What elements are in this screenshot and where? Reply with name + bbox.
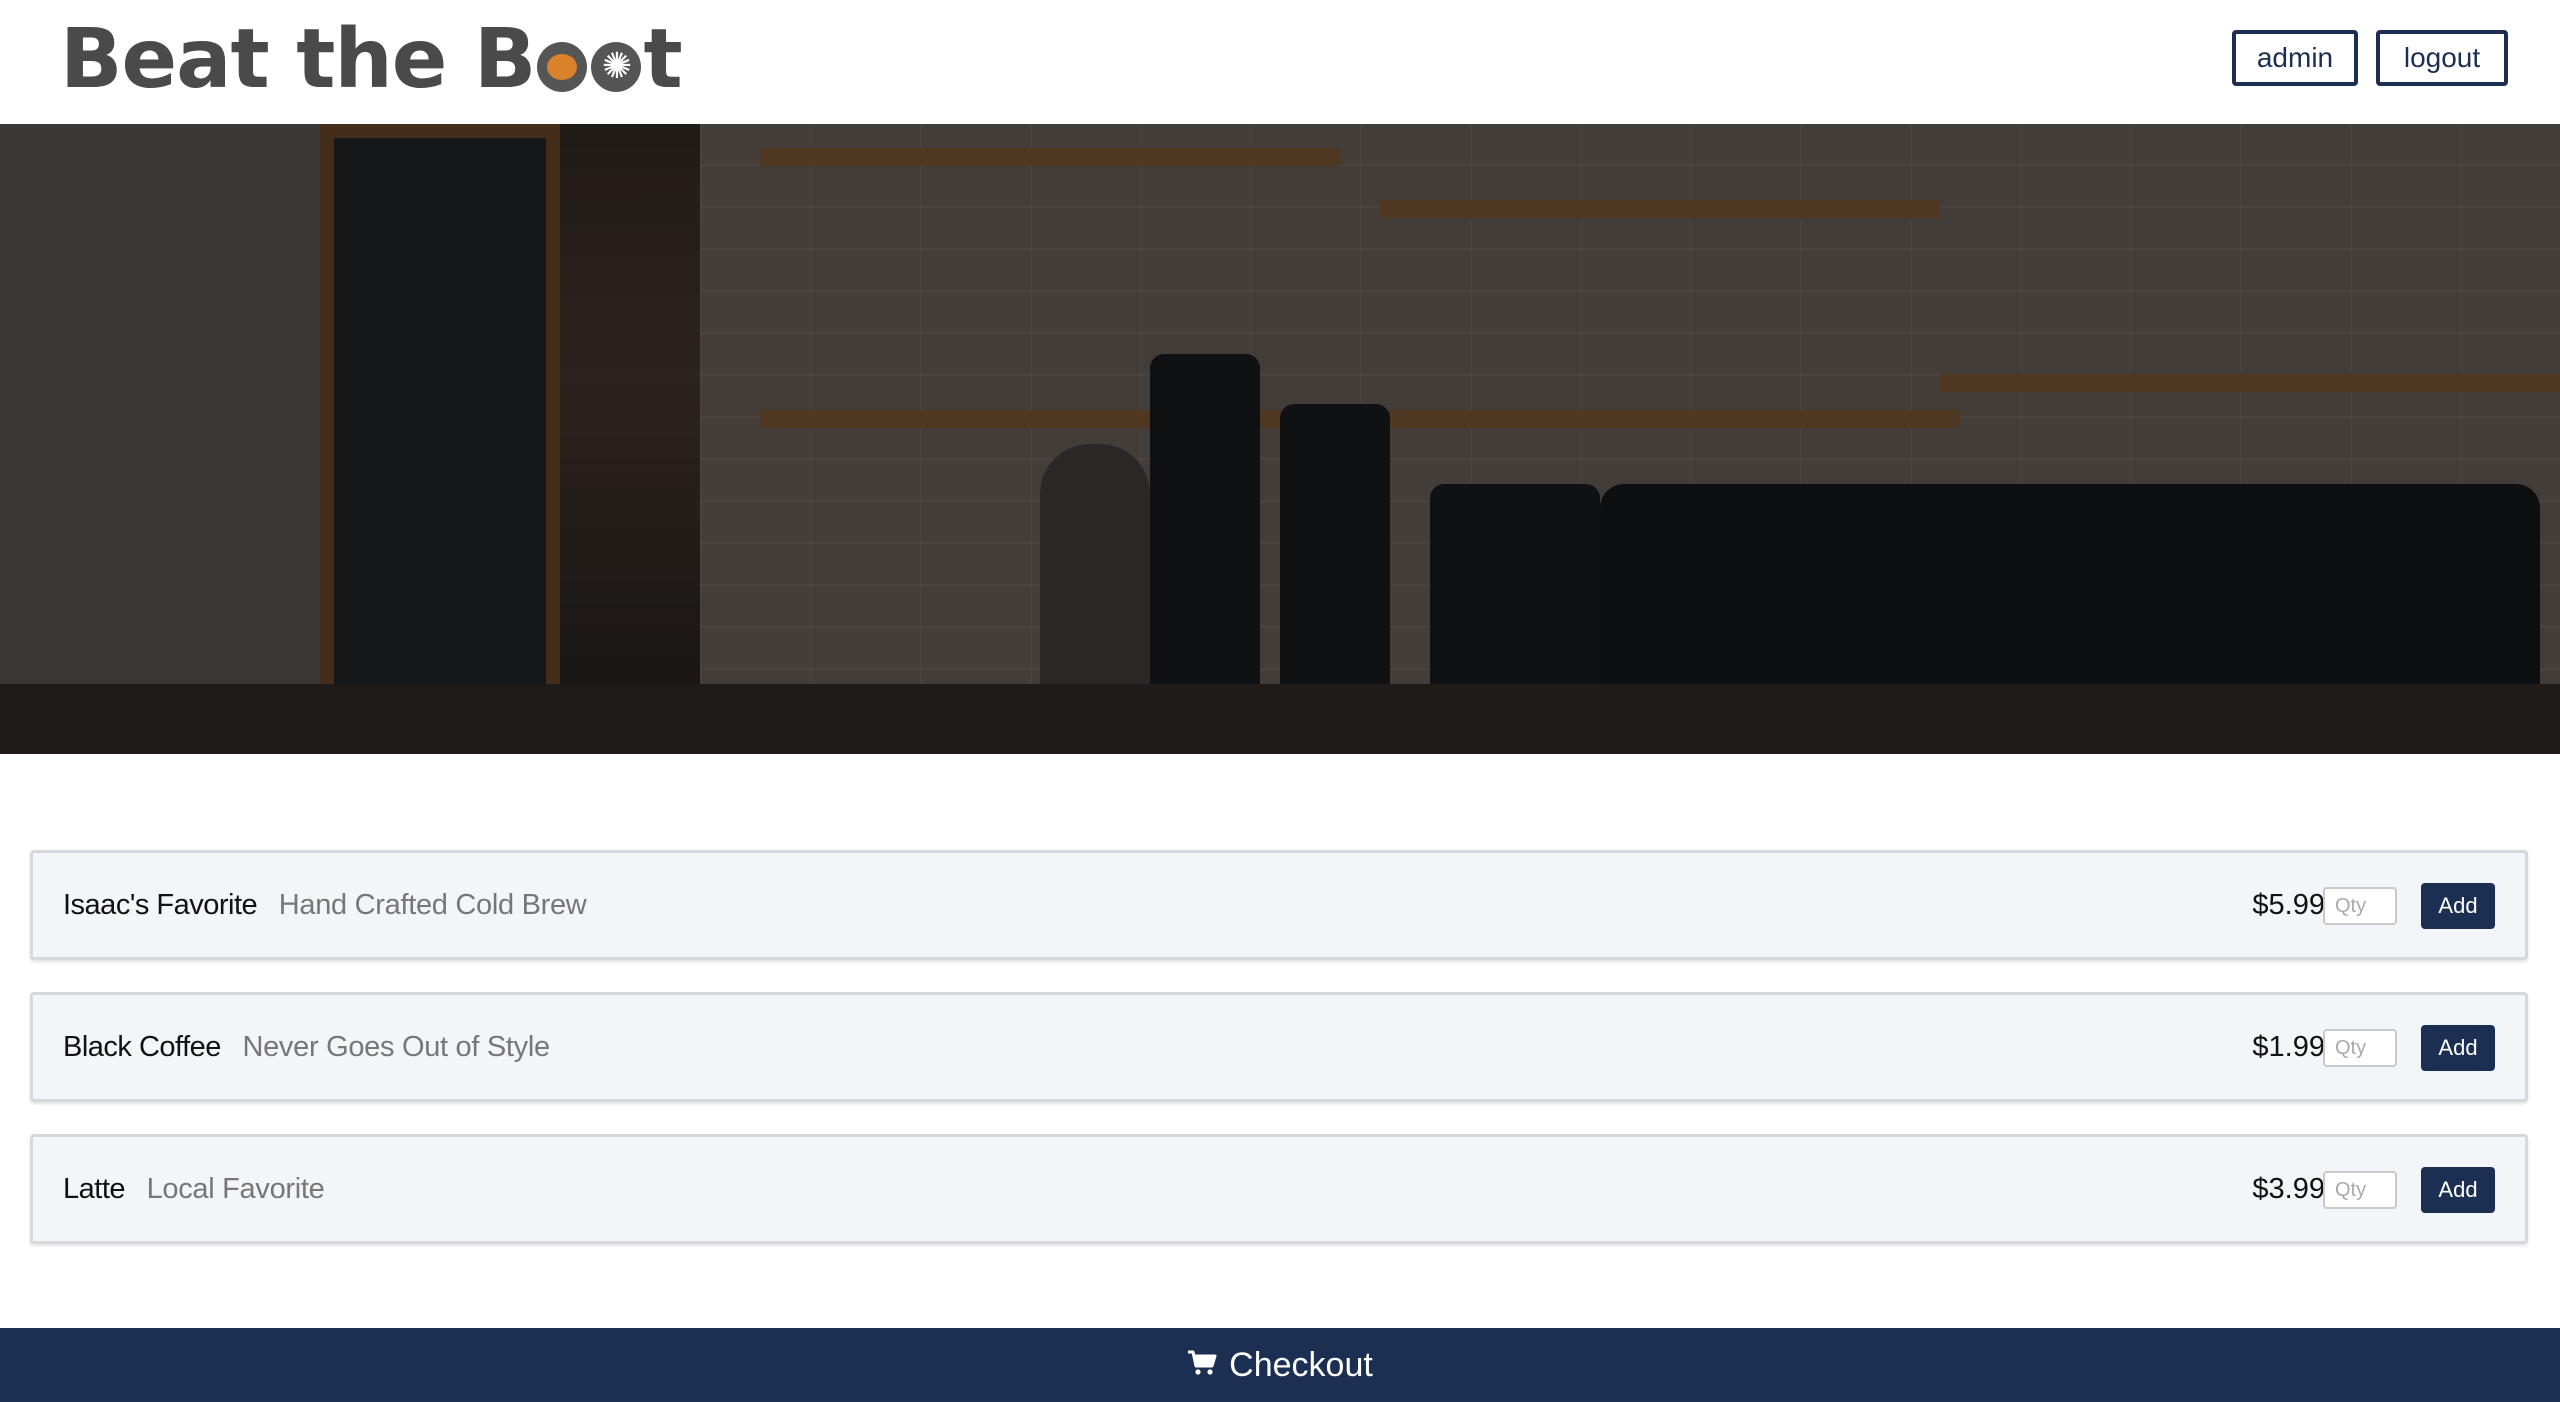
quantity-input[interactable] [2323,1171,2397,1209]
product-price: $1.99 [2252,1031,2325,1063]
quantity-input[interactable] [2323,887,2397,925]
product-row: Black Coffee Never Goes Out of Style $1.… [30,992,2528,1102]
admin-button[interactable]: admin [2232,30,2358,86]
product-description: Local Favorite [146,1173,325,1205]
product-description: Never Goes Out of Style [242,1031,550,1063]
top-header: Beat the B t admin logout [0,0,2560,124]
add-to-cart-button[interactable]: Add [2421,883,2495,929]
product-name: Black Coffee [63,1031,221,1063]
ship-wheel-icon [591,42,642,92]
product-price: $5.99 [2252,889,2325,921]
logo-text-suffix: t [643,11,682,107]
product-description: Hand Crafted Cold Brew [278,889,587,921]
add-to-cart-button[interactable]: Add [2421,1167,2495,1213]
coffee-cup-icon [537,42,588,92]
logo-text-prefix: Beat the B [60,11,536,107]
product-price: $3.99 [2252,1173,2325,1205]
checkout-label: Checkout [1229,1345,1373,1384]
product-row: Latte Local Favorite $3.99 Add [30,1134,2528,1244]
hero-dark-overlay [0,124,2560,754]
hero-cafe-image [0,124,2560,754]
product-name: Isaac's Favorite [63,889,258,921]
quantity-input[interactable] [2323,1029,2397,1067]
checkout-button[interactable]: Checkout [0,1328,2560,1402]
shopping-cart-icon [1188,1350,1217,1375]
add-to-cart-button[interactable]: Add [2421,1025,2495,1071]
product-row: Isaac's Favorite Hand Crafted Cold Brew … [30,850,2528,960]
logout-button[interactable]: logout [2376,30,2508,86]
site-logo[interactable]: Beat the B t [60,11,683,107]
product-name: Latte [63,1173,126,1205]
